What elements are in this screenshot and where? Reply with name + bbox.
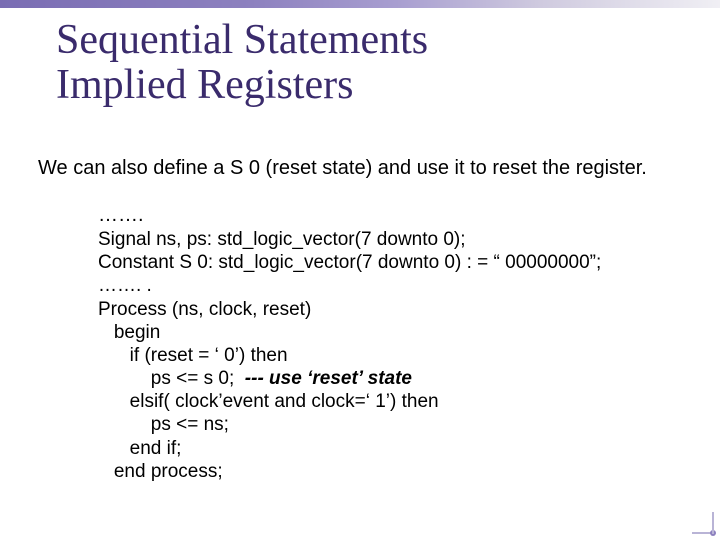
code-line: end process; bbox=[98, 461, 223, 482]
corner-dot-icon bbox=[710, 530, 716, 536]
code-line: if (reset = ‘ 0’) then bbox=[98, 345, 288, 366]
code-line: begin bbox=[98, 322, 160, 343]
slide-title: Sequential Statements Implied Registers bbox=[56, 18, 428, 109]
code-comment: --- use ‘reset’ state bbox=[245, 368, 412, 389]
code-line: elsif( clock’event and clock=‘ 1’) then bbox=[98, 391, 439, 412]
code-line: ……. . bbox=[98, 275, 152, 296]
code-line: ps <= ns; bbox=[98, 414, 229, 435]
code-line: ps <= s 0; bbox=[98, 368, 245, 389]
code-block: Signal ns, ps: std_logic_vector(7 downto… bbox=[98, 228, 698, 483]
intro-paragraph: We can also define a S 0 (reset state) a… bbox=[38, 156, 678, 181]
title-line-2: Implied Registers bbox=[56, 62, 353, 108]
slide: Sequential Statements Implied Registers … bbox=[0, 0, 720, 540]
code-line: Constant S 0: std_logic_vector(7 downto … bbox=[98, 252, 601, 273]
code-line: Process (ns, clock, reset) bbox=[98, 299, 311, 320]
corner-decoration-icon bbox=[692, 512, 714, 534]
header-gradient bbox=[0, 0, 720, 8]
title-line-1: Sequential Statements bbox=[56, 17, 428, 63]
code-line: end if; bbox=[98, 438, 181, 459]
code-line: Signal ns, ps: std_logic_vector(7 downto… bbox=[98, 229, 466, 250]
leading-dots: ……. bbox=[98, 204, 144, 227]
